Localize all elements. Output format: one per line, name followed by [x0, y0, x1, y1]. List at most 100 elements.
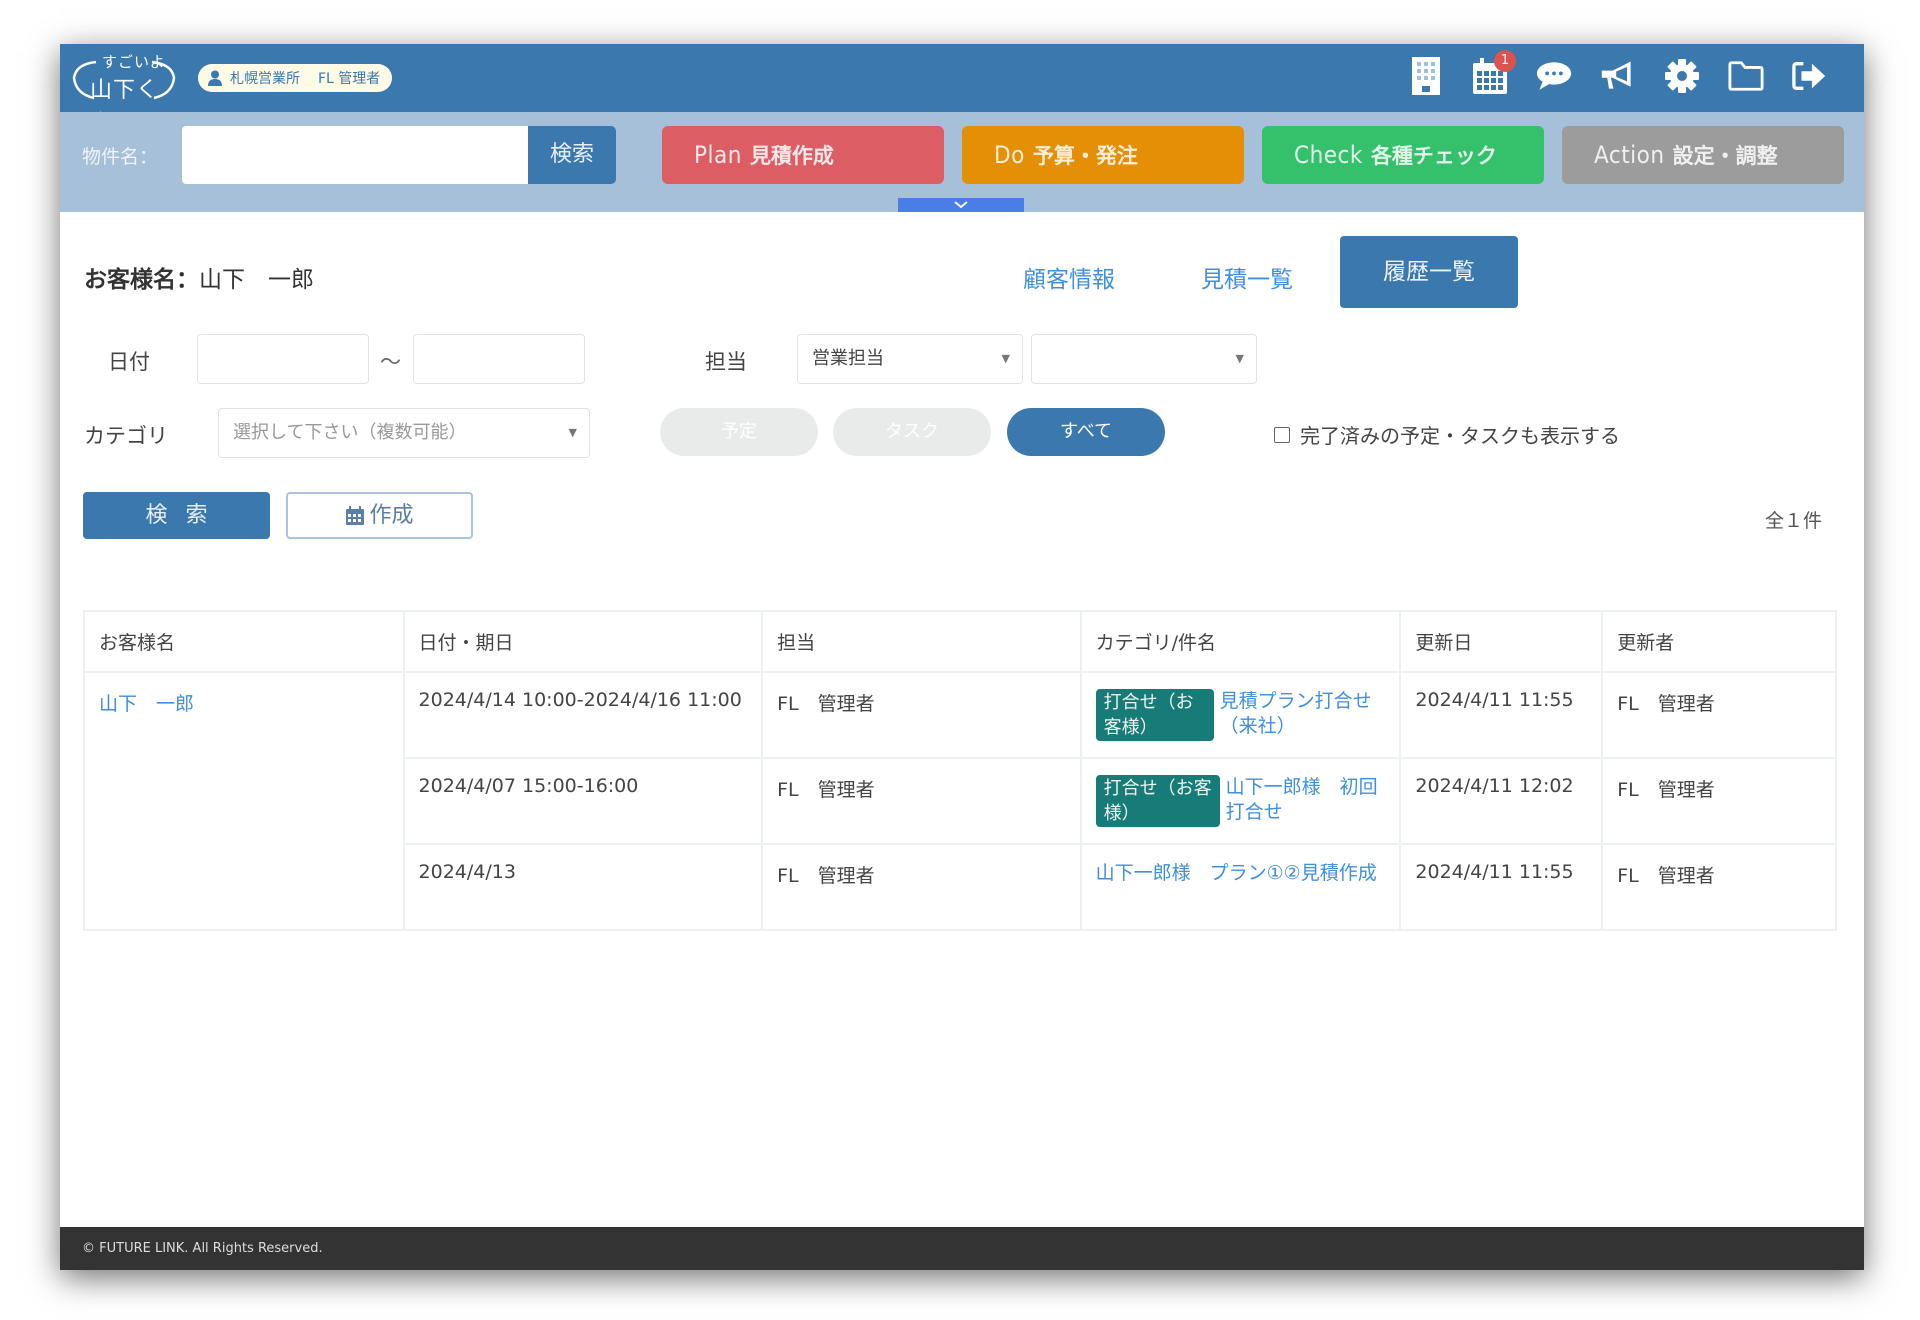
- plan-button[interactable]: Plan 見積作成: [662, 126, 944, 184]
- user-role: FL 管理者: [318, 71, 381, 87]
- updater-cell: FL 管理者: [1601, 757, 1837, 845]
- date-cell: 2024/4/14 10:00-2024/4/16 11:00: [402, 671, 764, 759]
- show-completed-label: 完了済みの予定・タスクも表示する: [1300, 424, 1620, 448]
- copyright-text: © FUTURE LINK. All Rights Reserved.: [82, 1241, 323, 1256]
- chat-icon[interactable]: [1536, 56, 1572, 96]
- date-cell: 2024/4/13: [402, 843, 764, 931]
- updater-cell: FL 管理者: [1601, 843, 1837, 931]
- customer-link[interactable]: 山下 一郎: [99, 693, 194, 715]
- folder-icon[interactable]: [1728, 56, 1764, 96]
- date-to-input[interactable]: [413, 334, 585, 384]
- tab-estimate-list[interactable]: 見積一覧: [1201, 260, 1293, 294]
- create-label: 作成: [369, 503, 414, 528]
- result-count: 全１件: [1764, 510, 1822, 532]
- plan-jp-label: 見積作成: [749, 144, 834, 168]
- table-header-row: お客様名 日付・期日 担当 カテゴリ/件名 更新日 更新者: [83, 610, 1837, 673]
- top-header: すごいよ 山下くん 札幌営業所 FL 管理者: [60, 44, 1864, 135]
- customer-name: 山下 一郎: [199, 267, 314, 293]
- footer: © FUTURE LINK. All Rights Reserved.: [60, 1227, 1864, 1270]
- user-office: 札幌営業所: [230, 71, 300, 87]
- updater-cell: FL 管理者: [1601, 671, 1837, 759]
- staff-cell: FL 管理者: [761, 671, 1082, 759]
- action-jp-label: 設定・調整: [1672, 144, 1778, 168]
- table-row: 山下 一郎 2024/4/14 10:00-2024/4/16 11:00 FL…: [83, 671, 1837, 931]
- caret-down-icon: ▼: [568, 426, 577, 439]
- staff-cell: FL 管理者: [761, 757, 1082, 845]
- check-en-label: Check: [1294, 141, 1363, 169]
- customer-label: お客様名：: [84, 267, 199, 293]
- property-name-input[interactable]: [182, 126, 528, 184]
- calendar-icon: [346, 505, 365, 525]
- app-logo[interactable]: すごいよ 山下くん: [68, 48, 180, 135]
- history-table: お客様名 日付・期日 担当 カテゴリ/件名 更新日 更新者 山下 一郎 2024…: [83, 610, 1837, 931]
- calendar-icon[interactable]: 1: [1472, 50, 1516, 96]
- search-button[interactable]: 検索: [83, 492, 270, 539]
- plan-en-label: Plan: [694, 141, 742, 169]
- updated-cell: 2024/4/11 12:02: [1399, 757, 1604, 845]
- tab-history-list[interactable]: 履歴一覧: [1340, 236, 1518, 308]
- col-header-date: 日付・期日: [402, 610, 764, 673]
- updated-cell: 2024/4/11 11:55: [1399, 843, 1604, 931]
- filter-task-button[interactable]: タスク: [833, 408, 991, 456]
- staff-type-value: 営業担当: [812, 348, 884, 369]
- staff-label: 担当: [705, 350, 747, 374]
- user-badge[interactable]: 札幌営業所 FL 管理者: [198, 64, 393, 92]
- header-icon-bar: 1: [1408, 50, 1828, 96]
- category-placeholder: 選択して下さい（複数可能）: [233, 422, 467, 443]
- main-content: お客様名：山下 一郎 顧客情報 見積一覧 履歴一覧 日付 ～ 担当 営業担当 ▼…: [60, 212, 1864, 1227]
- category-cell: 打合せ（お客様） 山下一郎様 初回打合せ: [1079, 757, 1402, 845]
- category-cell: 打合せ（お客様） 見積プラン打合せ（来社）: [1079, 671, 1402, 759]
- do-en-label: Do: [994, 141, 1025, 169]
- tab-customer-info[interactable]: 顧客情報: [1023, 260, 1115, 294]
- filter-all-button[interactable]: すべて: [1007, 408, 1165, 456]
- col-header-staff: 担当: [761, 610, 1082, 673]
- staff-type-select[interactable]: 営業担当 ▼: [797, 334, 1023, 384]
- col-header-category: カテゴリ/件名: [1079, 610, 1402, 673]
- date-range-separator: ～: [380, 350, 401, 374]
- building-icon[interactable]: [1408, 56, 1444, 96]
- action-toolbar: 物件名： 検索 Plan 見積作成 Do 予算・発注 Check 各種チェック Act…: [60, 112, 1864, 212]
- do-button[interactable]: Do 予算・発注: [962, 126, 1244, 184]
- category-select[interactable]: 選択して下さい（複数可能） ▼: [218, 408, 590, 458]
- calendar-badge: 1: [1494, 50, 1516, 72]
- show-completed-checkbox[interactable]: 完了済みの予定・タスクも表示する: [1274, 420, 1620, 449]
- create-button[interactable]: 作成: [286, 492, 473, 539]
- do-jp-label: 予算・発注: [1032, 144, 1138, 168]
- user-icon: [208, 70, 222, 86]
- megaphone-icon[interactable]: [1600, 56, 1636, 96]
- col-header-updated: 更新日: [1399, 610, 1604, 673]
- caret-down-icon: ▼: [1235, 352, 1244, 365]
- date-from-input[interactable]: [197, 334, 369, 384]
- category-label: カテゴリ: [84, 424, 168, 448]
- checkbox-box[interactable]: [1274, 426, 1290, 443]
- logout-icon[interactable]: [1792, 56, 1828, 96]
- date-cell: 2024/4/07 15:00-16:00: [402, 757, 764, 845]
- action-button[interactable]: Action 設定・調整: [1562, 126, 1844, 184]
- category-badge: 打合せ（お客様）: [1095, 689, 1214, 741]
- subject-link[interactable]: 山下一郎様 プラン①②見積作成: [1096, 862, 1377, 884]
- customer-heading: お客様名：山下 一郎: [84, 260, 314, 294]
- subject-link[interactable]: 山下一郎様 初回打合せ: [1226, 775, 1386, 825]
- logo-line1: すごいよ: [102, 53, 166, 71]
- updated-cell: 2024/4/11 11:55: [1399, 671, 1604, 759]
- filter-schedule-button[interactable]: 予定: [660, 408, 818, 456]
- staff-cell: FL 管理者: [761, 843, 1082, 931]
- staff-person-select[interactable]: ▼: [1031, 334, 1257, 384]
- customer-cell: 山下 一郎: [83, 671, 405, 931]
- property-name-label: 物件名：: [82, 146, 159, 168]
- property-search-button[interactable]: 検索: [528, 126, 616, 184]
- subject-link[interactable]: 見積プラン打合せ（来社）: [1220, 689, 1386, 739]
- caret-down-icon: ▼: [1001, 352, 1010, 365]
- date-label: 日付: [108, 350, 150, 374]
- category-cell: 山下一郎様 プラン①②見積作成: [1079, 843, 1402, 931]
- app-window: すごいよ 山下くん 札幌営業所 FL 管理者: [60, 44, 1864, 1270]
- col-header-updater: 更新者: [1601, 610, 1837, 673]
- check-button[interactable]: Check 各種チェック: [1262, 126, 1544, 184]
- toolbar-collapse-toggle[interactable]: [898, 198, 1024, 212]
- gear-icon[interactable]: [1664, 56, 1700, 96]
- category-badge: 打合せ（お客様）: [1095, 775, 1220, 827]
- check-jp-label: 各種チェック: [1370, 144, 1497, 168]
- action-en-label: Action: [1594, 141, 1665, 169]
- col-header-customer: お客様名: [83, 610, 405, 673]
- chevron-down-icon: [954, 201, 968, 209]
